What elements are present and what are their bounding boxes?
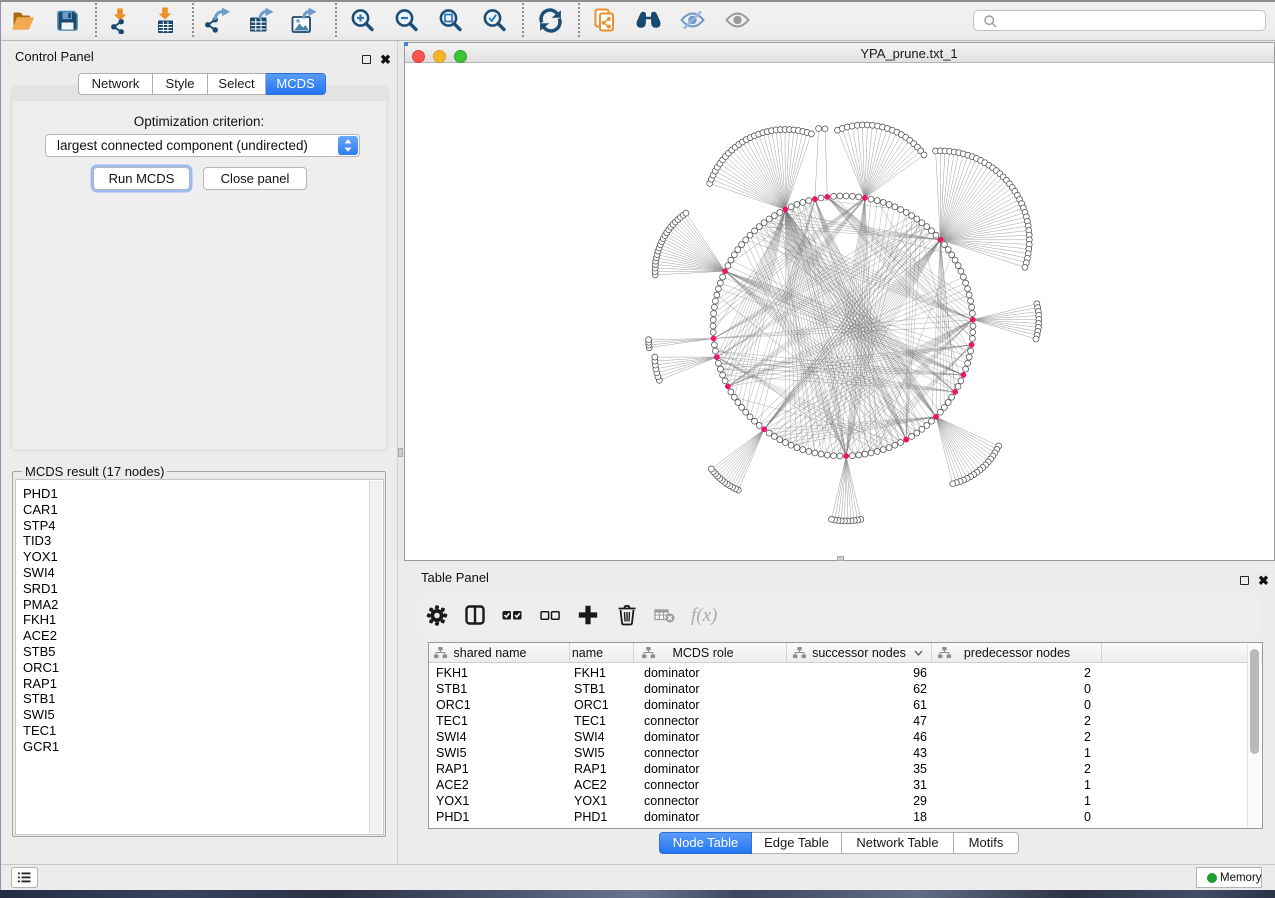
svg-text:f(x): f(x) <box>691 605 717 626</box>
